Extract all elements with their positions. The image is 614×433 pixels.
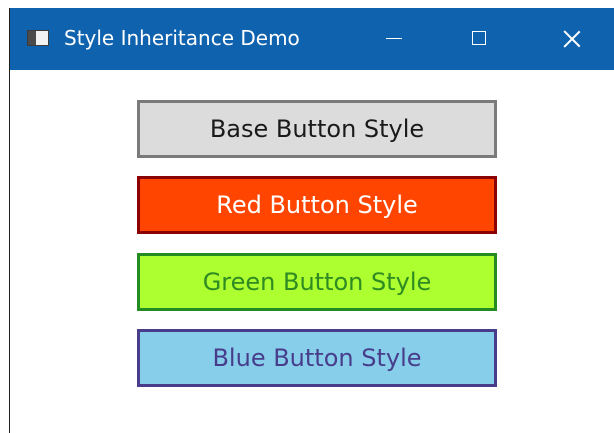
maximize-icon <box>472 31 486 45</box>
button-label: Base Button Style <box>209 115 425 143</box>
app-window: Style Inheritance Demo Base Button Style… <box>9 8 614 433</box>
title-bar[interactable]: Style Inheritance Demo <box>10 8 614 70</box>
close-button[interactable] <box>525 8 605 70</box>
button-label: Green Button Style <box>202 268 432 296</box>
blue-button-style[interactable]: Blue Button Style <box>137 329 497 387</box>
base-button-style[interactable]: Base Button Style <box>137 100 497 158</box>
minimize-button[interactable] <box>355 8 435 70</box>
app-window-icon <box>27 30 49 46</box>
close-icon <box>563 30 581 48</box>
button-label: Red Button Style <box>216 191 418 219</box>
red-button-style[interactable]: Red Button Style <box>137 176 497 234</box>
maximize-button[interactable] <box>440 8 520 70</box>
button-label: Blue Button Style <box>212 344 422 372</box>
minimize-icon <box>386 38 402 39</box>
green-button-style[interactable]: Green Button Style <box>137 253 497 311</box>
window-title: Style Inheritance Demo <box>64 26 300 50</box>
